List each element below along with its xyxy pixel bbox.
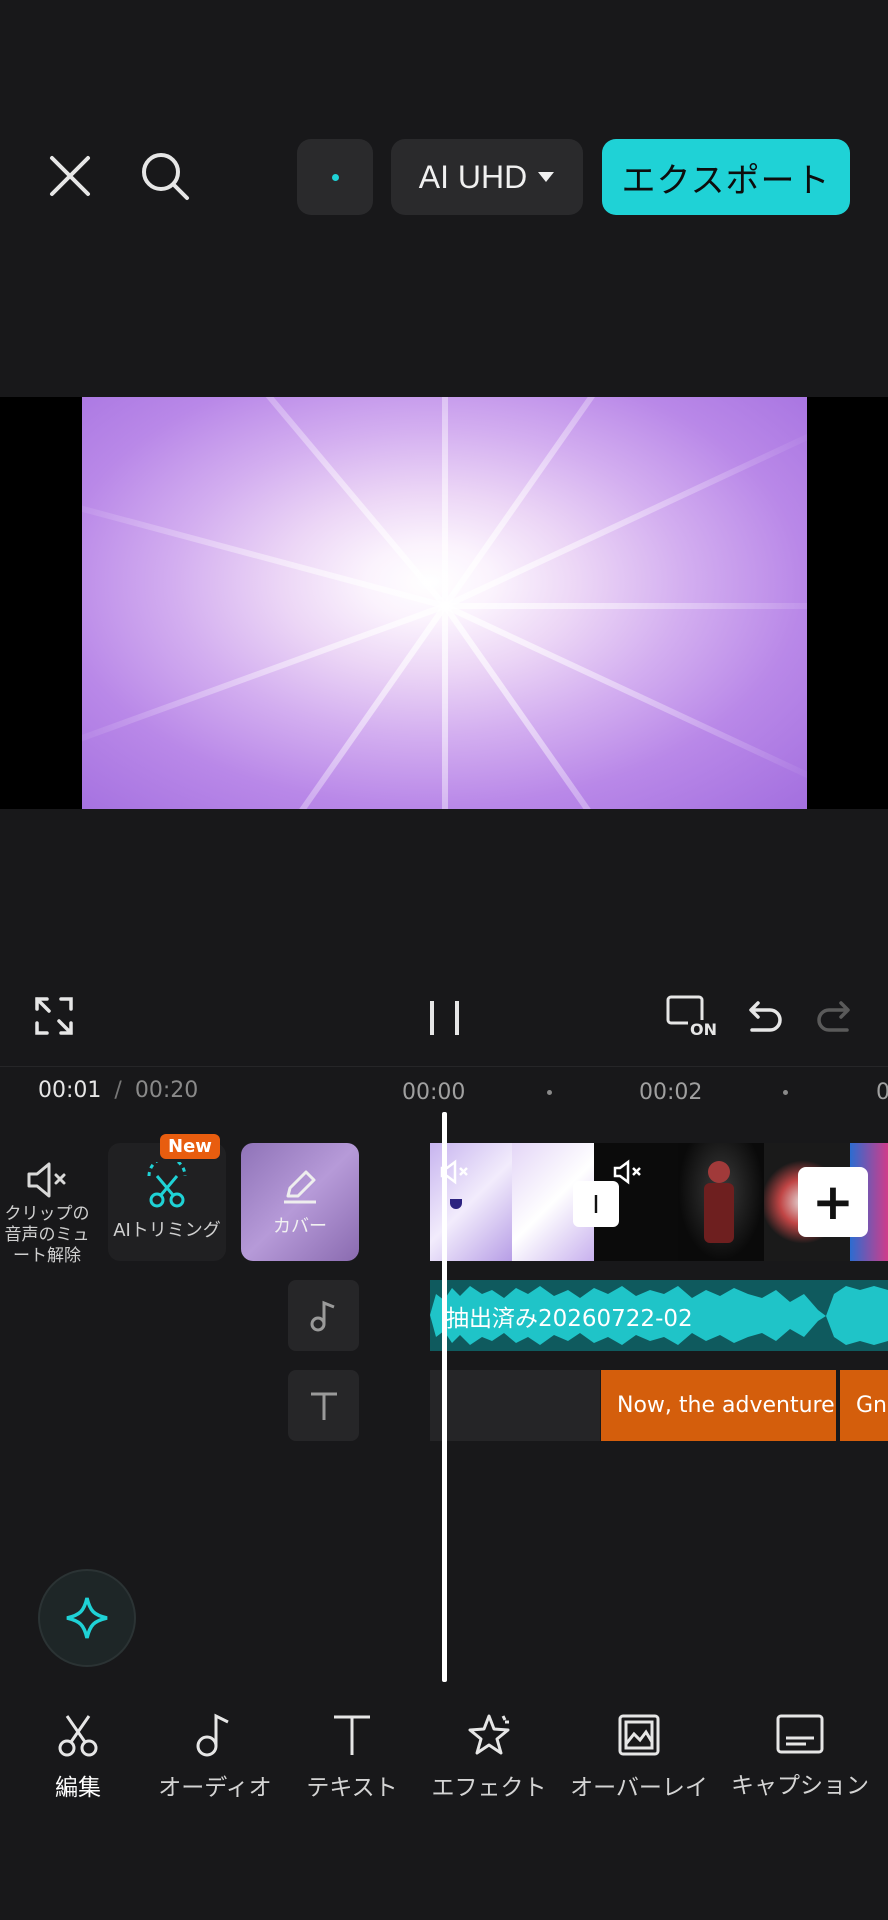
add-clip-button[interactable]: + xyxy=(798,1167,868,1237)
mute-label: クリップの 音声のミュ ート解除 xyxy=(4,1204,90,1266)
nav-overlay[interactable]: オーバーレイ xyxy=(569,1712,709,1802)
nav-label: キャプション xyxy=(731,1773,869,1799)
quality-dropdown[interactable]: AI UHD xyxy=(391,139,583,215)
close-icon[interactable] xyxy=(42,148,98,204)
ruler-mark-2: 00:02 xyxy=(639,1080,703,1105)
ai-trimming-button[interactable]: AIトリミング xyxy=(108,1143,226,1261)
text-track-empty xyxy=(430,1370,600,1441)
ai-assistant-button[interactable] xyxy=(38,1569,136,1667)
status-dot-button[interactable] xyxy=(297,139,373,215)
nav-effect[interactable]: エフェクト xyxy=(419,1712,559,1802)
cover-button[interactable]: カバー xyxy=(241,1143,359,1261)
nav-edit[interactable]: 編集 xyxy=(8,1712,148,1802)
ruler-mark-partial: 0 xyxy=(876,1080,888,1105)
chevron-down-icon xyxy=(538,172,555,182)
quality-label: AI UHD xyxy=(418,158,528,195)
effect-star-icon xyxy=(468,1714,510,1755)
overlay-icon xyxy=(618,1714,660,1756)
add-text-button[interactable] xyxy=(288,1370,359,1441)
fullscreen-icon[interactable] xyxy=(34,996,78,1040)
mute-clip-audio-button[interactable]: クリップの 音声のミュ ート解除 xyxy=(0,1160,94,1267)
clip-thumbnail xyxy=(678,1143,764,1261)
search-icon[interactable] xyxy=(137,148,193,204)
on-label: ON xyxy=(688,1020,719,1039)
text-icon xyxy=(310,1392,337,1420)
nav-audio[interactable]: オーディオ xyxy=(145,1712,285,1802)
add-audio-button[interactable] xyxy=(288,1280,359,1351)
nav-label: テキスト xyxy=(306,1775,398,1801)
music-note-icon xyxy=(310,1300,335,1331)
music-note-icon xyxy=(196,1713,229,1757)
nav-text[interactable]: テキスト xyxy=(282,1712,422,1802)
nav-label: オーディオ xyxy=(158,1775,272,1801)
redo-icon[interactable] xyxy=(815,998,855,1038)
preview-on-toggle[interactable]: ON xyxy=(666,994,722,1044)
cover-label: カバー xyxy=(273,1216,327,1237)
current-time: 00:01 xyxy=(38,1078,102,1103)
timecode: 00:01 / 00:20 xyxy=(38,1078,199,1103)
text-clip[interactable]: Now, the adventure xyxy=(601,1370,836,1441)
video-track[interactable]: I + xyxy=(430,1143,888,1261)
transition-button[interactable]: I xyxy=(573,1181,619,1227)
pencil-icon xyxy=(284,1170,316,1204)
video-preview-image xyxy=(82,397,807,809)
ruler-mark-0: 00:00 xyxy=(402,1080,466,1105)
text-clip[interactable]: Gn xyxy=(840,1370,888,1441)
nav-label: オーバーレイ xyxy=(570,1775,708,1801)
preview-area[interactable] xyxy=(0,397,888,809)
total-time: 00:20 xyxy=(134,1078,199,1103)
playhead[interactable] xyxy=(442,1112,447,1682)
pause-icon[interactable] xyxy=(428,999,462,1037)
text-icon xyxy=(334,1715,370,1755)
ai-trimming-label: AIトリミング xyxy=(113,1220,221,1241)
speaker-mute-icon xyxy=(27,1162,66,1198)
audio-clip-name: 抽出済み20260722-02 xyxy=(446,1306,693,1332)
ai-sparkle-icon xyxy=(66,1597,108,1639)
ruler-dot xyxy=(547,1090,552,1095)
scissors-icon xyxy=(58,1715,98,1757)
nav-label: エフェクト xyxy=(431,1775,547,1801)
caption-icon xyxy=(776,1714,824,1754)
ai-scissors-icon xyxy=(147,1162,187,1208)
nav-caption[interactable]: キャプション xyxy=(730,1712,870,1800)
status-dot-icon xyxy=(331,173,339,181)
nav-label: 編集 xyxy=(55,1775,101,1801)
new-badge: New xyxy=(160,1134,220,1159)
export-button[interactable]: エクスポート xyxy=(602,139,850,215)
audio-track[interactable]: 抽出済み20260722-02 xyxy=(430,1280,888,1351)
undo-icon[interactable] xyxy=(744,998,784,1038)
ruler-dot xyxy=(783,1090,788,1095)
